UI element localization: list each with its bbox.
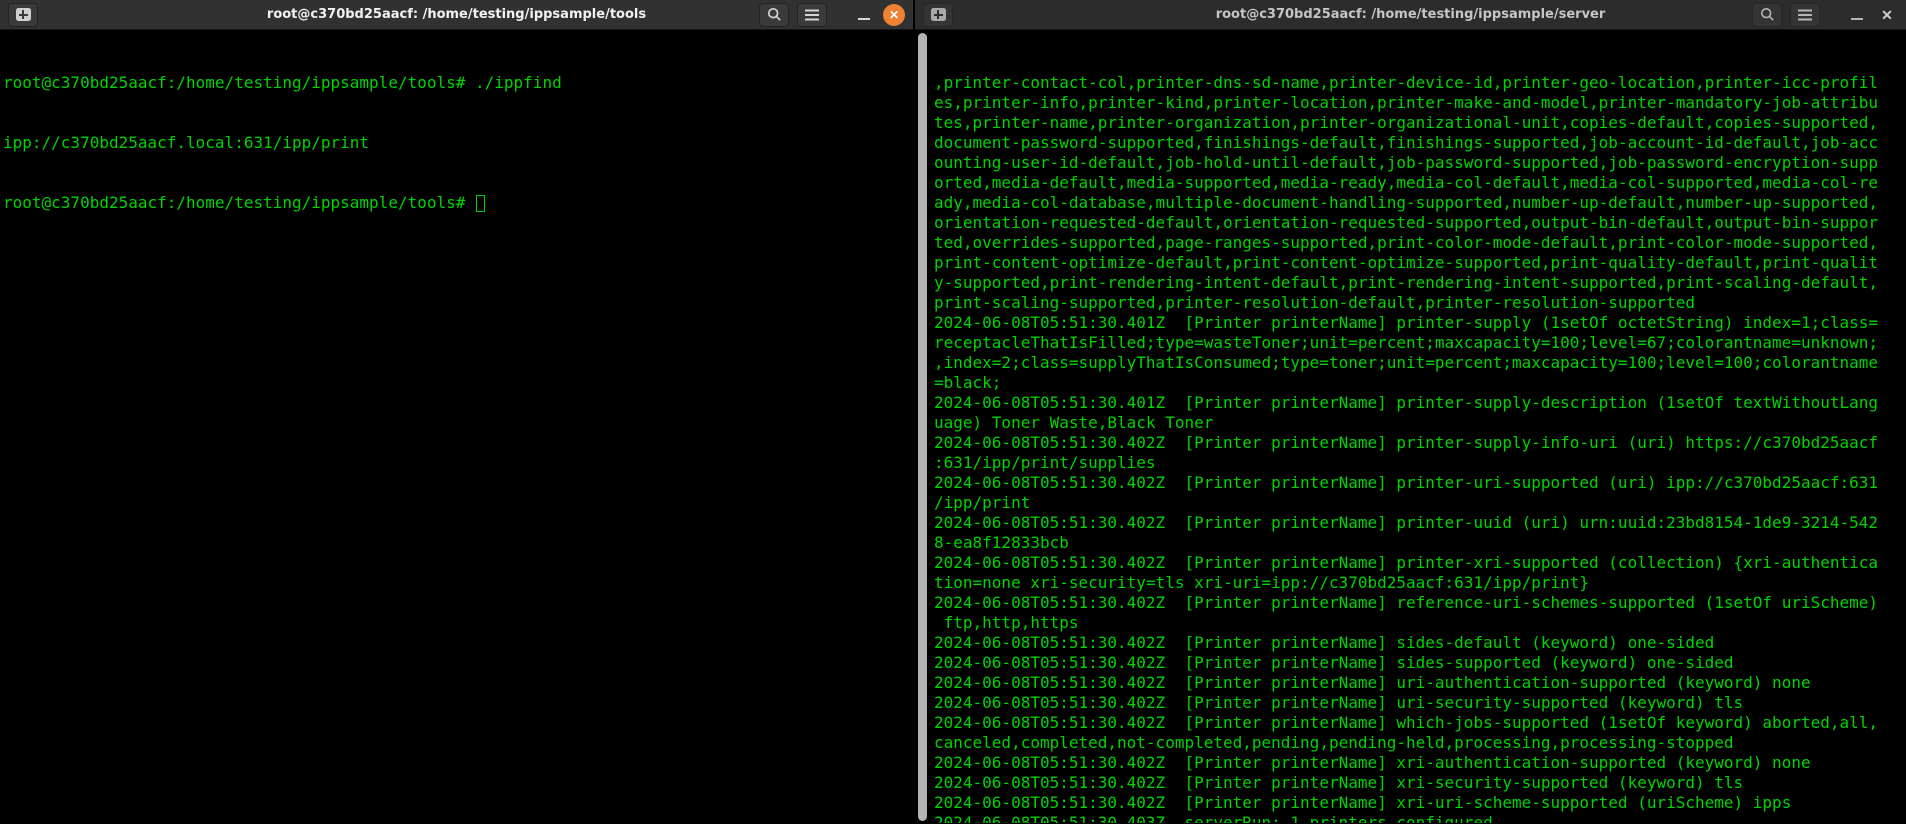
terminal-window-tools: root@c370bd25aacf: /home/testing/ippsamp… (0, 0, 913, 824)
terminal-window-server: root@c370bd25aacf: /home/testing/ippsamp… (915, 0, 1906, 824)
new-tab-button[interactable] (8, 3, 38, 27)
search-icon (767, 7, 782, 22)
minimize-button[interactable] (1846, 3, 1868, 27)
scrollbar[interactable] (918, 33, 927, 821)
search-icon (1760, 7, 1775, 22)
terminal-content-tools[interactable]: root@c370bd25aacf:/home/testing/ippsampl… (0, 30, 913, 823)
terminal-line: root@c370bd25aacf:/home/testing/ippsampl… (3, 73, 913, 93)
hamburger-menu-icon (1798, 9, 1812, 21)
menu-button[interactable] (797, 3, 827, 27)
close-icon: ✕ (1881, 7, 1893, 23)
new-tab-button[interactable] (923, 3, 953, 27)
terminal-prompt-line: root@c370bd25aacf:/home/testing/ippsampl… (3, 193, 913, 213)
terminal-output: ,printer-contact-col,printer-dns-sd-name… (934, 73, 1906, 823)
new-tab-icon (16, 8, 31, 21)
header-controls: ✕ (759, 3, 905, 27)
header-controls: ✕ (1752, 3, 1898, 27)
close-icon: ✕ (889, 8, 899, 22)
close-button[interactable]: ✕ (1876, 4, 1898, 26)
menu-button[interactable] (1790, 3, 1820, 27)
terminal-content-server[interactable]: ,printer-contact-col,printer-dns-sd-name… (915, 30, 1906, 823)
hamburger-menu-icon (805, 9, 819, 21)
close-button[interactable]: ✕ (883, 4, 905, 26)
new-tab-icon (931, 8, 946, 21)
search-button[interactable] (1752, 3, 1782, 27)
search-button[interactable] (759, 3, 789, 27)
minimize-icon (858, 18, 870, 20)
terminal-line: ipp://c370bd25aacf.local:631/ipp/print (3, 133, 913, 153)
headerbar-server[interactable]: root@c370bd25aacf: /home/testing/ippsamp… (915, 0, 1906, 30)
minimize-button[interactable] (853, 3, 875, 27)
terminal-cursor (476, 195, 485, 212)
minimize-icon (1851, 18, 1863, 20)
headerbar-tools[interactable]: root@c370bd25aacf: /home/testing/ippsamp… (0, 0, 913, 30)
